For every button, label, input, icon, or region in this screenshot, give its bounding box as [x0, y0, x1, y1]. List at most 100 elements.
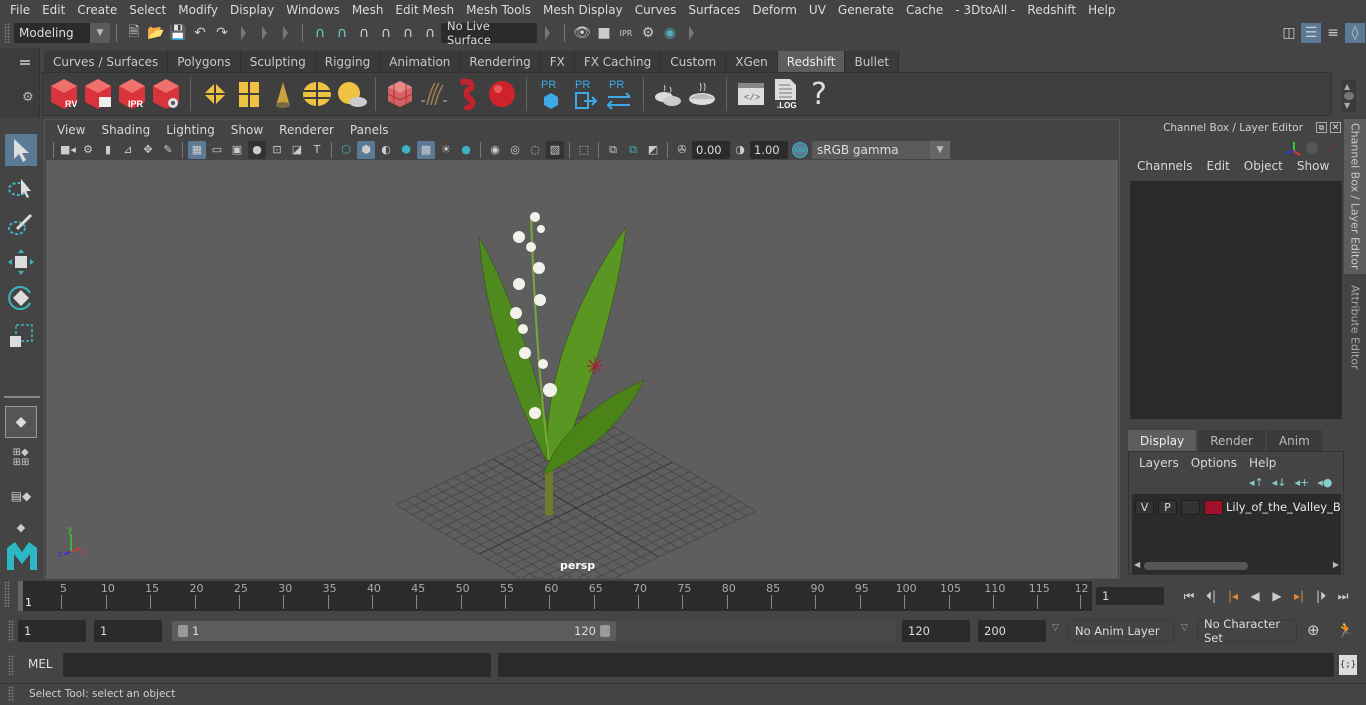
collapse-arrow-icon[interactable]: [262, 26, 267, 40]
modeling-toolkit-icon[interactable]: ◫: [1279, 23, 1299, 43]
depth-of-field-icon[interactable]: ▧: [546, 140, 564, 159]
channel-menu-show[interactable]: Show: [1290, 159, 1336, 173]
new-layer-from-selected-icon[interactable]: ◂●: [1317, 476, 1332, 489]
collapse-arrow-icon[interactable]: [689, 26, 694, 40]
shelf-tab-sculpting[interactable]: Sculpting: [240, 51, 316, 72]
redshift-volume-icon[interactable]: [384, 76, 416, 112]
chevron-down-icon[interactable]: ▽: [1052, 623, 1059, 633]
ipr-render-icon[interactable]: IPR: [616, 23, 636, 43]
help-question-icon[interactable]: ?: [803, 76, 835, 112]
live-surface-field[interactable]: No Live Surface: [441, 19, 537, 47]
pr-swap-icon[interactable]: PR: [603, 76, 635, 112]
scroll-right-icon[interactable]: ▶: [1333, 560, 1339, 569]
single-perspective-layout-button[interactable]: ◆: [5, 406, 37, 438]
redshift-dome-light-icon[interactable]: [301, 76, 333, 112]
image-plane-icon[interactable]: ⊿: [119, 141, 137, 159]
bake-icon[interactable]: [686, 76, 718, 112]
animation-end-field[interactable]: 200: [978, 620, 1046, 642]
xray-icon[interactable]: ⧉: [604, 141, 622, 159]
camera-attributes-icon[interactable]: ⚙: [79, 141, 97, 159]
shelf-tab-curves-surfaces[interactable]: Curves / Surfaces: [44, 51, 169, 72]
motion-blur-icon[interactable]: ◎: [506, 141, 524, 159]
move-tool-button[interactable]: [5, 246, 37, 278]
layer-row[interactable]: V P Lily_of_the_Valley_Bran: [1132, 494, 1341, 520]
shelf-tab-rendering[interactable]: Rendering: [460, 51, 541, 72]
play-backward-icon[interactable]: ◀: [1244, 587, 1266, 605]
textured-icon[interactable]: ▩: [417, 140, 435, 159]
move-layer-up-icon[interactable]: ◂↑: [1249, 476, 1264, 489]
float-panel-icon[interactable]: ⧉: [1316, 122, 1327, 133]
bookmark-icon[interactable]: ▮: [99, 141, 117, 159]
persp-graph-layout-button[interactable]: ◆: [5, 516, 37, 538]
layer-display-type-toggle[interactable]: [1181, 500, 1200, 515]
pivot-manipulator[interactable]: [587, 357, 603, 375]
use-all-lights-icon[interactable]: ☀: [437, 141, 455, 159]
shelf-tab-xgen[interactable]: XGen: [726, 51, 778, 72]
go-to-start-icon[interactable]: ⏮: [1178, 587, 1200, 605]
3d-viewport[interactable]: y x z persp: [46, 160, 1118, 578]
channel-box-content[interactable]: [1130, 181, 1342, 419]
hypershade-icon[interactable]: ◉: [660, 23, 680, 43]
shelf-tab-bullet[interactable]: Bullet: [845, 51, 900, 72]
redshift-ipr-icon[interactable]: IPR: [116, 76, 148, 112]
layer-playback-toggle[interactable]: P: [1158, 500, 1177, 515]
tab-channel-box[interactable]: Channel Box / Layer Editor: [1344, 119, 1366, 274]
viewport-menu-renderer[interactable]: Renderer: [271, 123, 342, 137]
film-gate-icon[interactable]: ▭: [208, 141, 226, 159]
redshift-area-light-icon[interactable]: [199, 76, 231, 112]
field-chart-icon[interactable]: ⊡: [268, 141, 286, 159]
channel-menu-object[interactable]: Object: [1237, 159, 1290, 173]
shelf-settings-gear-icon[interactable]: ⚙: [22, 90, 34, 105]
animation-preferences-icon[interactable]: 🏃: [1336, 621, 1355, 639]
script-language-toggle[interactable]: MEL: [28, 657, 53, 671]
character-set-dropdown[interactable]: No Character Set: [1197, 617, 1297, 645]
shelf-tab-animation[interactable]: Animation: [380, 51, 461, 72]
scale-tool-button[interactable]: [5, 320, 37, 352]
scroll-up-icon[interactable]: ▲: [1344, 82, 1350, 91]
outliner-toggle-icon[interactable]: ≡: [1323, 23, 1343, 43]
redshift-render-settings-icon[interactable]: [150, 76, 182, 112]
select-camera-icon[interactable]: ■◂: [59, 141, 77, 159]
smooth-shade-icon[interactable]: ⬢: [357, 140, 375, 159]
color-management-toggle[interactable]: ON: [792, 141, 808, 158]
move-layer-down-icon[interactable]: ◂↓: [1272, 476, 1287, 489]
menu-deform[interactable]: Deform: [746, 3, 803, 17]
redshift-mesh-proxy-icon[interactable]: [452, 76, 484, 112]
range-slider[interactable]: 1 120: [172, 621, 616, 641]
layer-color-swatch[interactable]: [1204, 500, 1223, 515]
layer-horizontal-scrollbar[interactable]: ◀ ▶: [1132, 560, 1341, 572]
command-input[interactable]: [63, 653, 491, 677]
chevron-down-icon[interactable]: ▽: [1181, 623, 1188, 633]
script-editor-icon[interactable]: </>: [735, 76, 767, 112]
current-time-indicator[interactable]: [18, 581, 23, 611]
snap-to-grid-icon[interactable]: ∩: [310, 23, 330, 43]
shelf-scroll[interactable]: ▲ ▼: [1342, 80, 1356, 112]
xray-active-components-icon[interactable]: ⧉: [624, 141, 642, 159]
anti-aliasing-icon[interactable]: ◌: [526, 141, 544, 159]
menu-file[interactable]: File: [4, 3, 36, 17]
bake-set-icon[interactable]: [652, 76, 684, 112]
go-to-end-icon[interactable]: ⏭: [1332, 587, 1354, 605]
animation-start-field[interactable]: 1: [18, 620, 86, 642]
viewport-menu-panels[interactable]: Panels: [342, 123, 397, 137]
scroll-left-icon[interactable]: ◀: [1134, 560, 1140, 569]
color-space-dropdown[interactable]: sRGB gamma ▼: [812, 140, 950, 159]
range-start-handle[interactable]: [178, 625, 188, 637]
time-slider[interactable]: 1 5 10 15 20 25 30 35 40 45 50 55 60 65 70 75 80 85 90 95 1…: [18, 581, 1092, 611]
snap-to-point-icon[interactable]: ∩: [354, 23, 374, 43]
close-icon[interactable]: ✕: [1330, 122, 1341, 133]
paint-select-tool-button[interactable]: [5, 208, 37, 240]
manipulator-toggle-icons[interactable]: [1282, 139, 1342, 159]
redshift-sun-sky-icon[interactable]: [335, 76, 367, 112]
pr-export-icon[interactable]: PR: [535, 76, 567, 112]
menu-cache[interactable]: Cache: [900, 3, 949, 17]
auto-key-icon[interactable]: ⊕: [1307, 621, 1320, 639]
menu-modify[interactable]: Modify: [172, 3, 224, 17]
menu-mesh-tools[interactable]: Mesh Tools: [460, 3, 537, 17]
2d-pan-zoom-icon[interactable]: ✥: [139, 141, 157, 159]
redo-icon[interactable]: ↷: [212, 23, 232, 43]
layer-tab-display[interactable]: Display: [1128, 430, 1197, 451]
workspace-dropdown[interactable]: Modeling ▼: [14, 23, 110, 43]
snap-to-surface-icon[interactable]: ∩: [398, 23, 418, 43]
step-forward-frame-icon[interactable]: ▸|: [1288, 587, 1310, 605]
